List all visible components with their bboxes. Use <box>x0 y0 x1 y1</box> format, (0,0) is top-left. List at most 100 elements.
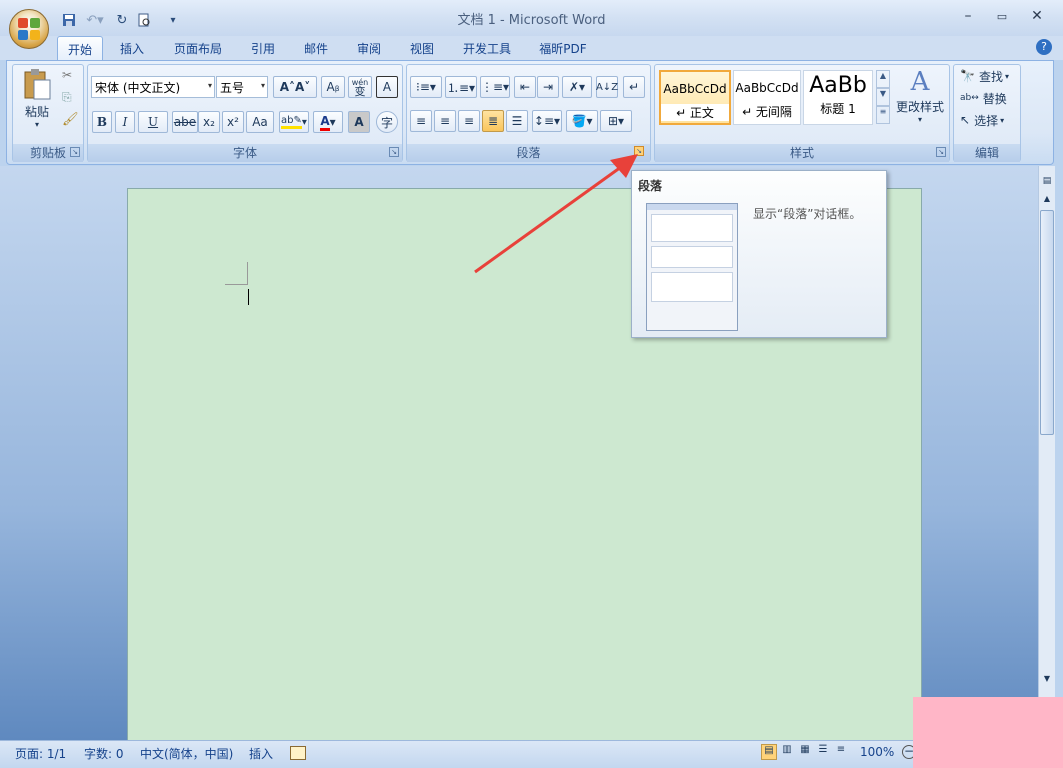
tab-mailings[interactable]: 邮件 <box>295 36 337 60</box>
copy-icon[interactable]: ⎘ <box>62 90 78 106</box>
tab-insert[interactable]: 插入 <box>112 36 152 60</box>
align-left-button[interactable]: ≡ <box>410 110 432 132</box>
scroll-down-icon[interactable]: ▼ <box>1041 674 1053 686</box>
replace-icon: ab↔ <box>960 93 979 103</box>
style-normal[interactable]: AaBbCcDd ↵ 正文 <box>659 70 731 125</box>
styles-group-label: 样式 <box>655 144 949 162</box>
chinese-layout-button[interactable]: ✗▾ <box>562 76 592 98</box>
cursor-icon: ↖ <box>960 113 971 127</box>
styles-dialog-launcher[interactable]: ↘ <box>936 147 946 157</box>
paste-label: 粘贴 <box>24 105 49 119</box>
tab-view[interactable]: 视图 <box>401 36 443 60</box>
help-icon[interactable]: ? <box>1036 39 1052 55</box>
tab-page-layout[interactable]: 页面布局 <box>164 36 232 60</box>
status-insert-mode[interactable]: 插入 <box>249 745 273 763</box>
tab-foxit-pdf[interactable]: 福昕PDF <box>531 36 595 60</box>
font-color-icon: A <box>320 114 330 131</box>
paragraph-tooltip: 段落 显示“段落”对话框。 <box>631 170 887 338</box>
font-name-combo[interactable]: 宋体 (中文正文) ▾ <box>91 76 215 98</box>
decrease-indent-button[interactable]: ⇤ <box>514 76 536 98</box>
corner-mark <box>247 262 248 285</box>
tab-developer[interactable]: 开发工具 <box>455 36 519 60</box>
status-page[interactable]: 页面: 1/1 <box>15 745 66 763</box>
center-button[interactable]: ≡ <box>434 110 456 132</box>
numbering-button[interactable]: ⒈≡▾ <box>445 76 477 98</box>
change-case-button[interactable]: Aa <box>246 111 274 133</box>
status-word-count[interactable]: 字数: 0 <box>84 745 124 763</box>
font-group-label: 字体 <box>88 144 402 162</box>
superscript-button[interactable]: x² <box>222 111 244 133</box>
paste-button[interactable]: 粘贴 ▾ <box>20 68 54 136</box>
format-painter-icon[interactable]: 🖌 <box>62 112 79 128</box>
multilevel-list-button[interactable]: ⋮≡▾ <box>480 76 510 98</box>
tooltip-description: 显示“段落”对话框。 <box>753 207 862 221</box>
ruler-toggle-icon[interactable]: ▤ <box>1041 176 1053 186</box>
print-layout-view-icon[interactable]: ▤ <box>761 744 777 760</box>
align-right-button[interactable]: ≡ <box>458 110 480 132</box>
office-logo-icon <box>18 18 40 40</box>
tab-home[interactable]: 开始 <box>57 36 103 62</box>
macro-record-icon[interactable] <box>290 746 306 760</box>
pink-overlay <box>913 697 1063 768</box>
tab-references[interactable]: 引用 <box>243 36 283 60</box>
styles-scroll[interactable]: ▲ ▼ ≡ <box>876 70 890 125</box>
change-styles-button[interactable]: A 更改样式 ▾ <box>894 66 946 138</box>
tooltip-title: 段落 <box>638 179 663 193</box>
highlight-icon: ab✎ <box>281 115 302 129</box>
vertical-scrollbar[interactable]: ▤ ▲ ▼ <box>1038 166 1055 740</box>
replace-button[interactable]: ab↔ 替换 <box>960 89 1020 107</box>
distributed-button[interactable]: ☰ <box>506 110 528 132</box>
font-color-button[interactable]: A ▾ <box>313 111 343 133</box>
strikethrough-button[interactable]: abe <box>172 111 198 133</box>
corner-mark <box>225 284 248 285</box>
sort-button[interactable]: A↓Z <box>596 76 618 98</box>
subscript-button[interactable]: x₂ <box>198 111 220 133</box>
scroll-thumb[interactable] <box>1040 210 1054 435</box>
justify-button[interactable]: ≣ <box>482 110 504 132</box>
paste-icon <box>24 69 51 100</box>
cut-icon[interactable]: ✂ <box>62 68 78 84</box>
change-styles-icon: A <box>910 67 930 97</box>
outline-view-icon[interactable]: ☰ <box>815 744 831 760</box>
clear-formatting-icon[interactable]: Aᵦ <box>321 76 345 98</box>
underline-button[interactable]: U <box>138 111 168 133</box>
increase-indent-button[interactable]: ⇥ <box>537 76 559 98</box>
window-title: 文档 1 - Microsoft Word <box>457 13 606 28</box>
enclose-characters-button[interactable]: 字 <box>376 111 398 133</box>
bullets-button[interactable]: ⁝≡▾ <box>410 76 442 98</box>
scroll-up-icon[interactable]: ▲ <box>1041 194 1053 206</box>
find-button[interactable]: 🔭 查找 ▾ <box>960 67 1020 85</box>
draft-view-icon[interactable]: ≡ <box>833 744 849 760</box>
close-button[interactable]: ✕ <box>1021 8 1053 28</box>
full-screen-reading-view-icon[interactable]: ▥ <box>779 744 795 760</box>
view-buttons: ▤ ▥ ▦ ☰ ≡ <box>761 744 851 762</box>
editing-group-label: 编辑 <box>954 144 1020 162</box>
office-button[interactable] <box>9 9 49 49</box>
maximize-button[interactable]: ▭ <box>986 10 1018 30</box>
select-button[interactable]: ↖ 选择 ▾ <box>960 111 1020 129</box>
character-border-button[interactable]: A <box>376 76 398 98</box>
binoculars-icon: 🔭 <box>960 69 975 83</box>
highlight-color-button[interactable]: ab✎ ▾ <box>279 111 309 133</box>
style-heading-1[interactable]: AaBb 标题 1 <box>803 70 873 125</box>
web-layout-view-icon[interactable]: ▦ <box>797 744 813 760</box>
bold-button[interactable]: B <box>92 111 112 133</box>
zoom-level[interactable]: 100% <box>860 745 894 763</box>
show-hide-marks-button[interactable]: ↵ <box>623 76 645 98</box>
italic-button[interactable]: I <box>115 111 135 133</box>
style-no-spacing[interactable]: AaBbCcDd ↵ 无间隔 <box>733 70 801 125</box>
clipboard-dialog-launcher[interactable]: ↘ <box>70 147 80 157</box>
character-shading-button[interactable]: A <box>348 111 370 133</box>
shading-button[interactable]: 🪣▾ <box>566 110 598 132</box>
phonetic-guide-button[interactable]: wén 变 <box>348 76 372 98</box>
minimize-button[interactable]: – <box>952 8 984 28</box>
grow-shrink-font-button[interactable]: A˄A˅ <box>273 76 317 98</box>
text-cursor <box>248 289 249 305</box>
line-spacing-button[interactable]: ↕≡▾ <box>532 110 562 132</box>
status-language[interactable]: 中文(简体，中国) <box>140 745 233 763</box>
borders-button[interactable]: ⊞▾ <box>600 110 632 132</box>
red-arrow-annotation <box>474 154 638 274</box>
font-dialog-launcher[interactable]: ↘ <box>389 147 399 157</box>
tab-review[interactable]: 审阅 <box>348 36 390 60</box>
font-size-combo[interactable]: 五号 ▾ <box>216 76 268 98</box>
